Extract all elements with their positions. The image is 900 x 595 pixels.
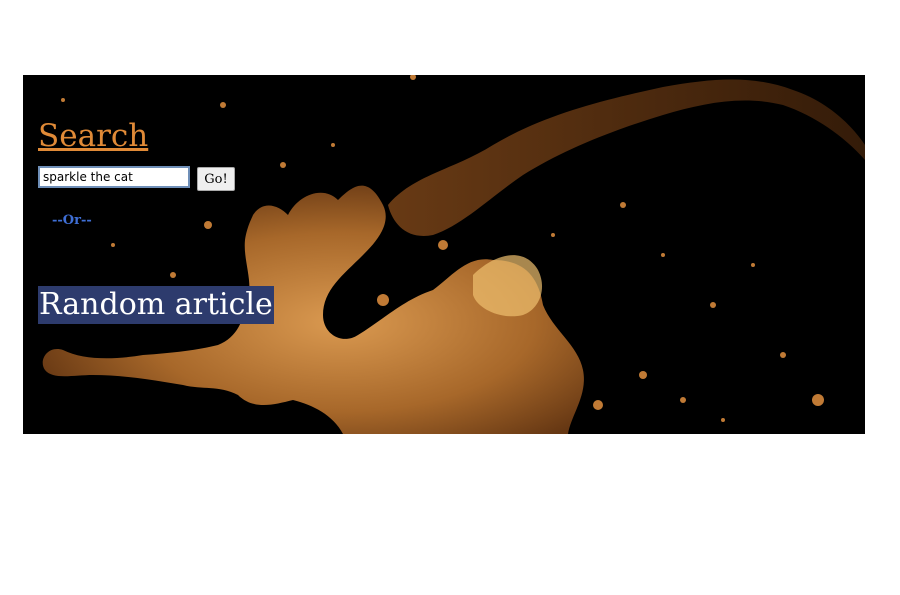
hero-panel: Search Go! --Or-- Random article xyxy=(23,75,865,434)
paint-splash-image xyxy=(42,75,865,434)
random-article-link[interactable]: Random article xyxy=(38,286,274,324)
search-link[interactable]: Search xyxy=(38,116,148,156)
search-input[interactable] xyxy=(38,166,190,188)
go-button[interactable]: Go! xyxy=(197,167,235,191)
or-divider-text: --Or-- xyxy=(52,213,92,228)
